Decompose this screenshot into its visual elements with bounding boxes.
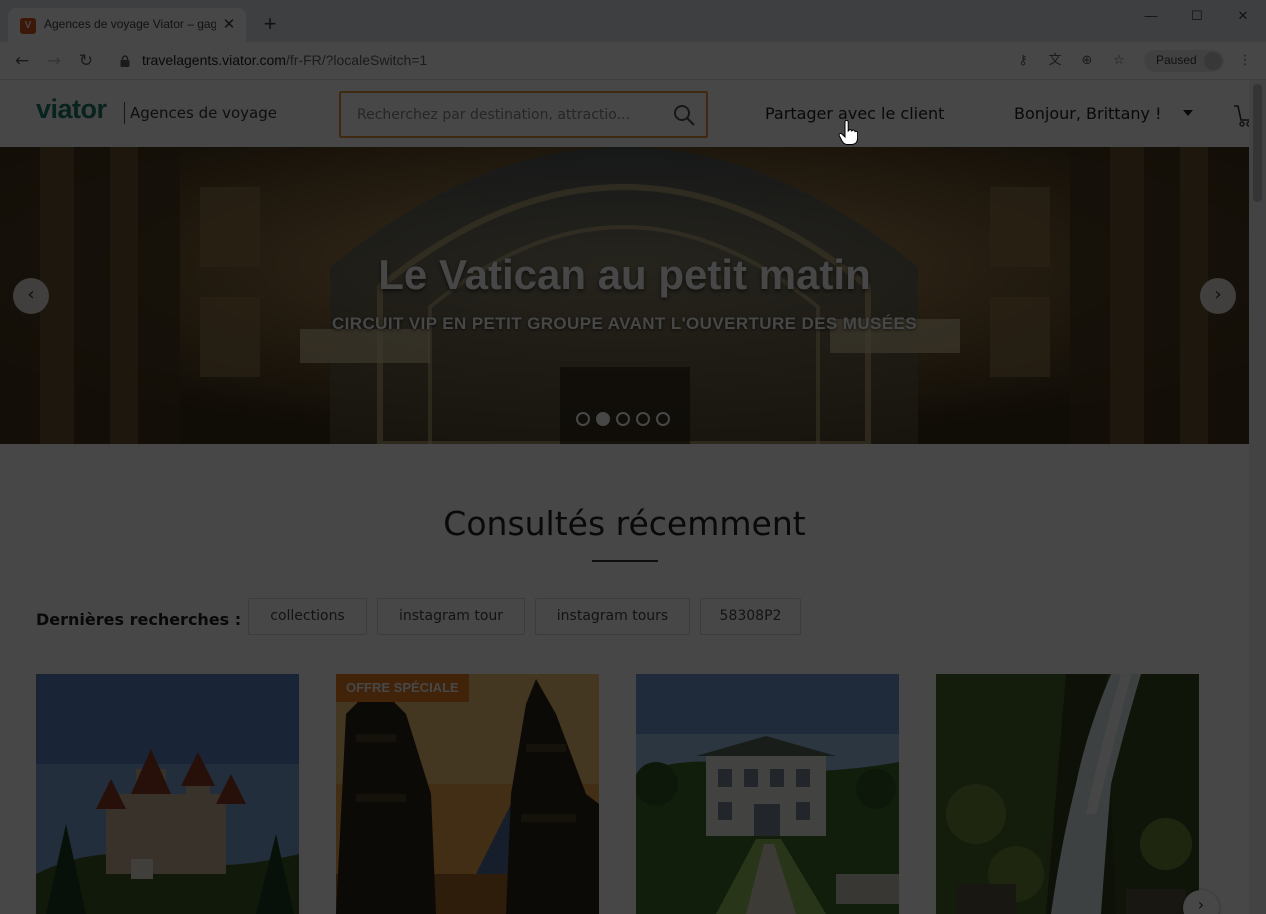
browser-tab[interactable]: V Agences de voyage Viator – gagnez ✕	[8, 8, 246, 42]
key-icon[interactable]: ⚷	[1012, 50, 1034, 72]
search-icon[interactable]	[672, 103, 696, 127]
search-box[interactable]	[339, 91, 708, 138]
minimize-icon[interactable]: —	[1128, 2, 1174, 30]
translate-icon[interactable]: 文	[1044, 50, 1066, 72]
maximize-icon[interactable]: ☐	[1174, 2, 1220, 30]
profile-button[interactable]: Paused	[1144, 50, 1224, 72]
hero-carousel: Le Vatican au petit matin CIRCUIT VIP EN…	[0, 147, 1249, 444]
recent-search-chip[interactable]: instagram tours	[535, 598, 690, 635]
browser-tab-strip: V Agences de voyage Viator – gagnez ✕ + …	[0, 0, 1266, 42]
scrollbar-thumb[interactable]	[1253, 84, 1262, 202]
product-card[interactable]	[36, 674, 299, 914]
section-title: Consultés récemment	[443, 504, 806, 543]
viator-logo[interactable]: viator	[36, 94, 107, 125]
profile-status: Paused	[1156, 53, 1197, 67]
product-card[interactable]: OFFRE SPÉCIALE	[336, 674, 599, 914]
hand-cursor-icon	[838, 120, 858, 145]
carousel-dot[interactable]	[656, 412, 670, 426]
product-card[interactable]	[636, 674, 899, 914]
recent-searches-label: Dernières recherches :	[36, 610, 242, 629]
url-path: /fr-FR/?localeSwitch=1	[285, 52, 428, 68]
search-input[interactable]	[357, 105, 657, 125]
recent-search-chip[interactable]: collections	[248, 598, 367, 635]
agency-label: Agences de voyage	[130, 104, 277, 122]
section-underline	[592, 560, 658, 562]
product-card[interactable]	[936, 674, 1199, 914]
recent-search-chip[interactable]: instagram tour	[377, 598, 525, 635]
hero-subtitle: CIRCUIT VIP EN PETIT GROUPE AVANT L'OUVE…	[332, 314, 917, 333]
profile-avatar	[1204, 52, 1222, 70]
carousel-next-icon[interactable]: ›	[1200, 278, 1236, 314]
account-menu[interactable]: Bonjour, Brittany !	[1014, 104, 1162, 123]
carousel-dot[interactable]	[636, 412, 650, 426]
page-scrollbar[interactable]	[1249, 80, 1266, 914]
carousel-dot[interactable]	[616, 412, 630, 426]
mansion-photo	[636, 674, 899, 914]
castle-photo	[36, 674, 299, 914]
back-icon[interactable]: ←	[10, 49, 34, 73]
recent-search-chip[interactable]: 58308P2	[700, 598, 801, 635]
zoom-icon[interactable]: ⊕	[1076, 50, 1098, 72]
new-tab-icon[interactable]: +	[258, 13, 282, 37]
site-header: viator Agences de voyage Partager avec l…	[0, 80, 1266, 147]
tab-title: Agences de voyage Viator – gagnez	[44, 17, 216, 31]
carousel-dot[interactable]	[596, 412, 610, 426]
close-tab-icon[interactable]: ✕	[220, 16, 238, 34]
bookmark-star-icon[interactable]: ☆	[1108, 50, 1130, 72]
browser-toolbar: ← → ↻ travelagents.viator.com/fr-FR/?loc…	[0, 42, 1266, 80]
chevron-down-icon[interactable]	[1183, 110, 1193, 116]
browser-menu-icon[interactable]: ⋮	[1234, 50, 1256, 72]
carousel-prev-icon[interactable]: ‹	[13, 278, 49, 314]
waterfall-photo	[936, 674, 1199, 914]
lock-icon	[120, 55, 130, 67]
window-close-icon[interactable]: ✕	[1220, 2, 1266, 30]
address-bar[interactable]: travelagents.viator.com/fr-FR/?localeSwi…	[142, 52, 427, 68]
special-offer-badge: OFFRE SPÉCIALE	[336, 674, 469, 702]
viator-favicon-icon: V	[20, 18, 36, 34]
forward-icon[interactable]: →	[42, 49, 66, 73]
reload-icon[interactable]: ↻	[74, 49, 98, 73]
temple-gate-photo	[336, 674, 599, 914]
logo-divider	[124, 102, 125, 124]
cards-next-icon[interactable]: ›	[1183, 890, 1219, 914]
carousel-dot[interactable]	[576, 412, 590, 426]
hero-title: Le Vatican au petit matin	[378, 251, 871, 298]
url-host: travelagents.viator.com	[142, 52, 286, 68]
